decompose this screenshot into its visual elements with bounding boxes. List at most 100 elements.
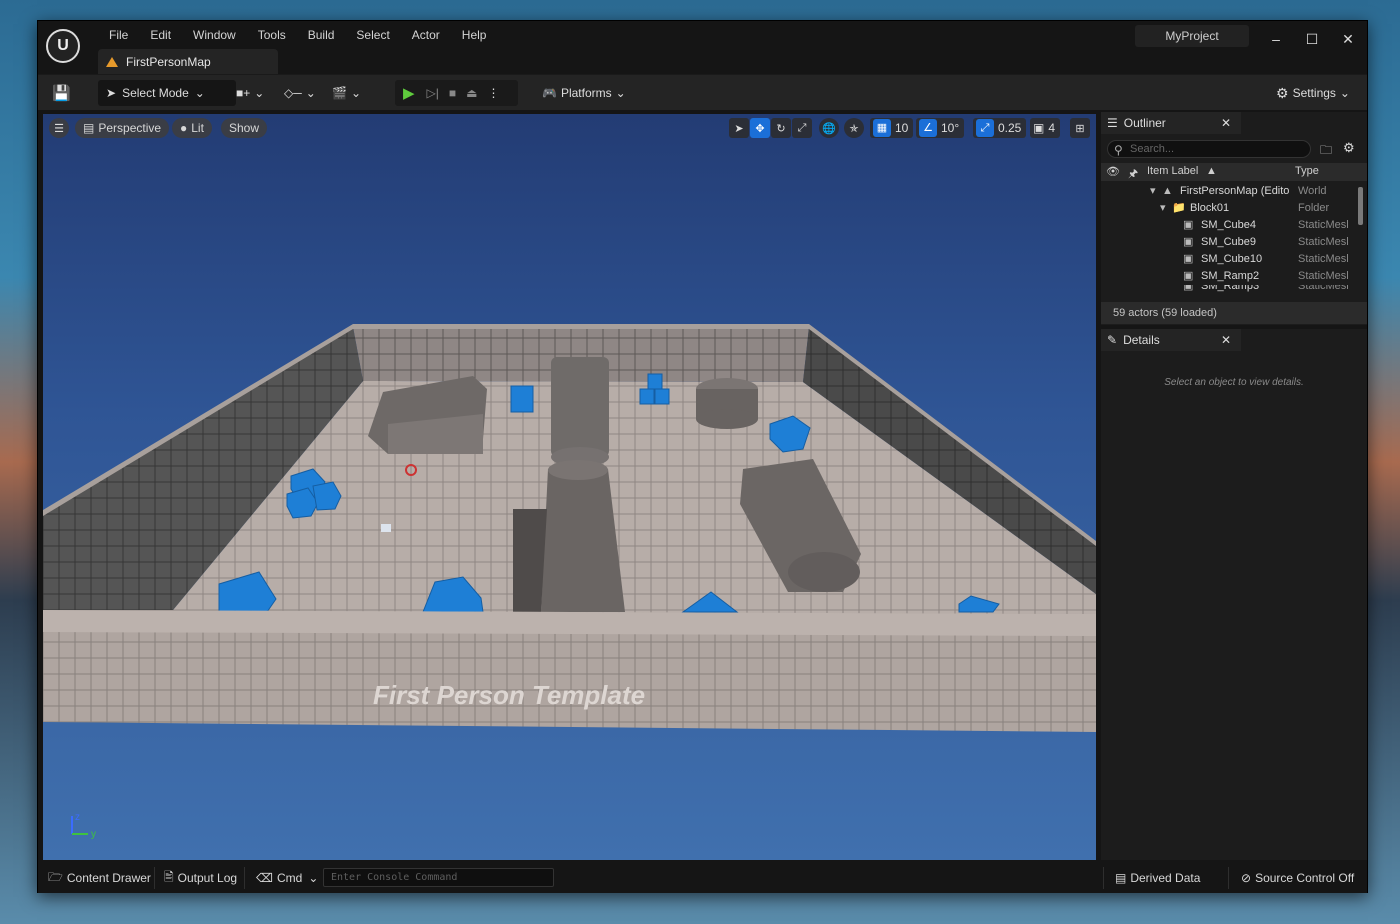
source-control-button[interactable]: ⊘ Source Control Off <box>1241 866 1354 890</box>
menu-window[interactable]: Window <box>182 27 247 43</box>
minimize-icon[interactable]: – <box>1258 25 1294 53</box>
gear-icon[interactable]: ⚙ <box>1343 140 1355 156</box>
add-actor-icon: ■+ <box>236 86 251 100</box>
camera-speed-button[interactable]: ▣ 4 <box>1030 118 1061 138</box>
outliner-row[interactable]: ▣ SM_Ramp3 StaticMesl <box>1101 285 1357 294</box>
console-command-input[interactable]: Enter Console Command <box>323 868 554 887</box>
settings-dropdown[interactable]: ⚙ Settings ⌄ <box>1276 80 1350 106</box>
rotation-snap-button[interactable]: ∠ 10° <box>916 118 965 138</box>
search-placeholder: Search... <box>1130 143 1175 155</box>
menu-help[interactable]: Help <box>451 27 498 43</box>
col-type[interactable]: Type <box>1295 165 1319 177</box>
details-tab[interactable]: ✎ Details ✕ <box>1101 329 1241 351</box>
light-icon[interactable] <box>381 524 391 532</box>
perspective-button[interactable]: ▤ Perspective <box>75 118 170 138</box>
output-log-label: Output Log <box>177 871 238 885</box>
rotate-tool-icon[interactable]: ↻ <box>771 118 791 138</box>
lit-button[interactable]: ● Lit <box>172 118 212 138</box>
output-log-button[interactable]: 🖹 Output Log <box>164 866 237 890</box>
outliner-search-input[interactable]: ⚲ Search... <box>1107 140 1311 158</box>
play-icon[interactable]: ▶ <box>403 84 415 102</box>
chevron-down-icon: ⌄ <box>1339 86 1350 100</box>
close-icon[interactable]: ✕ <box>1221 116 1231 130</box>
add-actor-button[interactable]: ■+ ⌄ <box>236 80 264 106</box>
cube <box>654 388 670 405</box>
cmd-dropdown[interactable]: ⌫ Cmd ⌄ <box>256 866 318 890</box>
viewport-menu-icon[interactable]: ☰ <box>49 118 69 138</box>
maximize-icon[interactable]: ☐ <box>1294 25 1330 53</box>
menu-file[interactable]: File <box>98 27 139 43</box>
pin-icon[interactable]: 🖈 <box>1128 165 1138 184</box>
row-type: StaticMesl <box>1298 236 1349 248</box>
menu-tools[interactable]: Tools <box>247 27 297 43</box>
source-control-label: Source Control Off <box>1255 871 1355 885</box>
derived-data-label: Derived Data <box>1130 871 1201 885</box>
add-folder-icon[interactable]: 🗀 <box>1320 141 1332 162</box>
scale-tool-icon[interactable]: ⤢ <box>792 118 812 138</box>
eye-icon[interactable]: 👁 <box>1106 165 1120 178</box>
details-title: Details <box>1123 333 1160 347</box>
outliner-tab[interactable]: ☰ Outliner ✕ <box>1101 112 1241 134</box>
blueprint-button[interactable]: ◇─ ⌄ <box>284 80 316 106</box>
viewport-layout-icon[interactable]: ⊞ <box>1070 118 1090 138</box>
camera-speed-value: 4 <box>1048 121 1056 135</box>
outliner-row[interactable]: ▾ 📁 Block01 Folder <box>1101 200 1357 217</box>
menu-select[interactable]: Select <box>345 27 400 43</box>
show-label: Show <box>229 121 260 135</box>
outliner-scrollbar[interactable] <box>1358 187 1363 225</box>
platforms-label: Platforms <box>560 86 612 100</box>
select-mode-dropdown[interactable]: ➤ Select Mode ⌄ <box>98 80 236 106</box>
platforms-dropdown[interactable]: 🎮 Platforms ⌄ <box>542 80 626 106</box>
console-placeholder: Enter Console Command <box>331 872 458 883</box>
scene-render[interactable]: First Person Template z y <box>43 114 1096 860</box>
step-icon[interactable]: ▷| <box>427 86 439 100</box>
eject-icon[interactable]: ⏏ <box>466 86 477 100</box>
outliner-panel: ☰ Outliner ✕ ⚲ Search... 🗀 ⚙ 👁 🖈 Item La… <box>1101 112 1367 325</box>
blueprint-icon: ◇─ <box>284 86 302 100</box>
chevron-down-icon: ⌄ <box>615 86 626 100</box>
unreal-logo-icon[interactable]: U <box>46 29 80 63</box>
expand-arrow-icon[interactable]: ▾ <box>1150 183 1156 200</box>
outliner-row[interactable]: ▣ SM_Ramp2 StaticMesl <box>1101 268 1357 285</box>
close-icon[interactable]: ✕ <box>1221 333 1231 347</box>
status-bar: 🗁 Content Drawer 🖹 Output Log ⌫ Cmd ⌄ Enter … <box>38 863 1367 893</box>
title-bar: U File Edit Window Tools Build Select Ac… <box>38 21 1367 74</box>
expand-arrow-icon[interactable]: ▾ <box>1160 200 1166 217</box>
scale-snap-button[interactable]: ⤢ 0.25 <box>973 118 1027 138</box>
menu-edit[interactable]: Edit <box>139 27 182 43</box>
cursor-icon: ➤ <box>106 86 117 100</box>
derived-data-button[interactable]: ▤ Derived Data <box>1115 866 1200 890</box>
content-drawer-label: Content Drawer <box>66 871 151 885</box>
translate-tool-icon[interactable]: ✥ <box>750 118 770 138</box>
col-item-label[interactable]: Item Label <box>1147 165 1198 177</box>
world-space-icon[interactable]: 🌐 <box>819 118 839 138</box>
search-icon: ⚲ <box>1114 143 1123 157</box>
rotation-snap-value: 10° <box>941 121 960 135</box>
outliner-row[interactable]: ▣ SM_Cube4 StaticMesl <box>1101 217 1357 234</box>
select-tool-icon[interactable]: ➤ <box>729 118 749 138</box>
level-viewport[interactable]: First Person Template z y ☰ ▤ Perspective… <box>43 114 1096 860</box>
close-icon[interactable]: ✕ <box>1330 25 1366 53</box>
more-options-icon[interactable]: ⋮ <box>488 86 500 100</box>
show-button[interactable]: Show <box>221 118 268 138</box>
row-type: StaticMesl <box>1298 270 1349 282</box>
menu-build[interactable]: Build <box>297 27 346 43</box>
world-icon: ▲ <box>1162 185 1173 197</box>
database-icon: ▤ <box>1115 871 1127 885</box>
outliner-row[interactable]: ▣ SM_Cube9 StaticMesl <box>1101 234 1357 251</box>
surface-snap-icon[interactable]: ✯ <box>844 118 864 138</box>
outliner-column-header: 👁 🖈 Item Label ▲ Type <box>1101 163 1367 181</box>
outliner-row[interactable]: ▣ SM_Cube10 StaticMesl <box>1101 251 1357 268</box>
chevron-down-icon: ⌄ <box>305 86 316 100</box>
content-drawer-button[interactable]: 🗁 Content Drawer <box>48 866 151 890</box>
save-icon[interactable]: 💾 <box>52 80 71 106</box>
project-name: MyProject <box>1135 25 1249 47</box>
menu-actor[interactable]: Actor <box>401 27 451 43</box>
row-type: Folder <box>1298 202 1330 214</box>
outliner-row[interactable]: ▾ ▲ FirstPersonMap (Edito World <box>1101 183 1357 200</box>
map-tab[interactable]: FirstPersonMap <box>98 49 278 74</box>
cinematics-button[interactable]: 🎬 ⌄ <box>332 80 361 106</box>
stop-icon[interactable]: ■ <box>449 86 456 100</box>
row-type: StaticMesl <box>1298 285 1349 292</box>
grid-snap-button[interactable]: ▦ 10 <box>870 118 914 138</box>
